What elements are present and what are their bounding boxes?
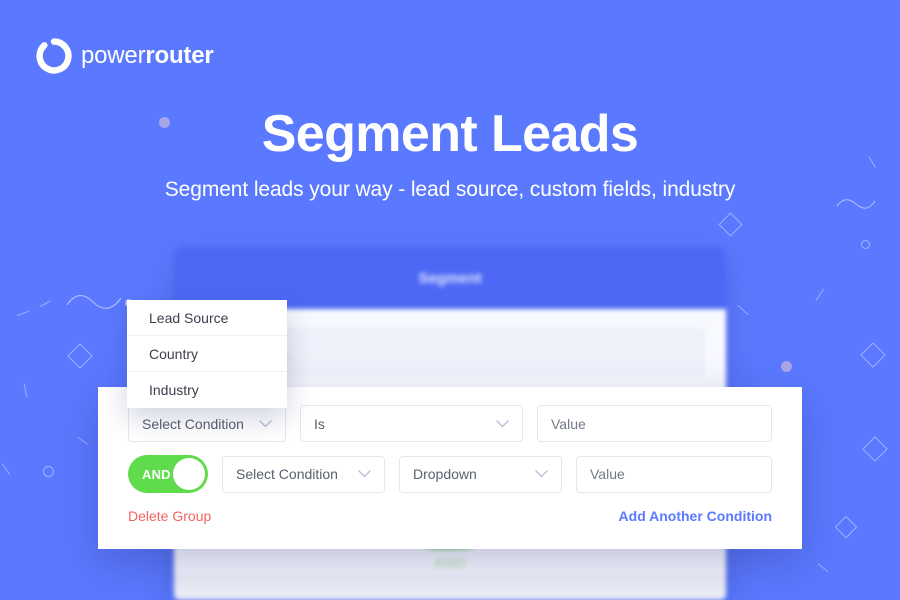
and-or-toggle-label: AND [142,466,171,482]
decor-dash [77,437,89,445]
chevron-down-icon [535,470,548,478]
condition-operator-select-2-label: Dropdown [413,466,477,482]
condition-value-input-2-placeholder: Value [590,466,625,482]
condition-value-input-1[interactable]: Value [537,405,772,442]
condition-field-select-1[interactable]: Select Condition [128,405,286,442]
condition-operator-select-2[interactable]: Dropdown [399,455,562,493]
page-root: powerrouter Segment Leads Segment leads … [0,0,900,600]
brand-name-light: power [81,42,146,69]
condition-operator-select-1[interactable]: Is [300,405,523,442]
decor-dash [23,383,28,398]
decor-dash [737,305,749,316]
chevron-down-icon [496,419,509,428]
background-card-footer [174,574,726,600]
chevron-down-icon [259,419,272,428]
menu-item-country-label: Country [149,345,199,362]
page-title: Segment Leads [261,105,639,163]
menu-item-industry[interactable]: Industry [127,372,287,408]
decor-diamond [834,515,858,539]
background-card-title: Segment [418,269,482,287]
background-and-ghost-label: AND [433,555,467,572]
delete-group-link[interactable]: Delete Group [128,508,211,524]
brand-logo[interactable]: powerrouter [36,38,214,74]
condition-actions: Delete Group Add Another Condition [128,508,772,524]
condition-row: AND Select Condition Dropdown Value [128,455,772,493]
condition-row: Select Condition Is Value [128,405,772,442]
condition-field-select-2-label: Select Condition [236,466,338,482]
decor-diamond [862,436,888,462]
condition-builder-panel: Select Condition Is Value AND Select Con… [98,387,802,549]
condition-operator-select-1-label: Is [314,415,325,432]
condition-field-select-1-label: Select Condition [142,415,244,432]
decor-dash [16,310,30,316]
decor-dash [815,288,825,301]
brand-name: powerrouter [81,42,214,70]
and-or-toggle-knob[interactable] [173,458,205,490]
decor-wave [66,295,122,309]
condition-field-select-2[interactable]: Select Condition [222,455,385,493]
decor-dash [39,300,51,307]
menu-item-industry-label: Industry [149,382,199,398]
condition-value-input-2[interactable]: Value [576,455,772,493]
decor-diamond [718,212,743,237]
hero-section: Segment Leads Segment leads your way - l… [0,104,900,202]
condition-builder-inner: Select Condition Is Value AND Select Con… [98,387,802,549]
menu-item-lead-source-label: Lead Source [149,309,229,326]
menu-item-lead-source[interactable]: Lead Source [127,300,287,336]
decor-dash [817,563,829,573]
decor-diamond [860,342,886,368]
decor-ring [861,240,870,249]
and-or-toggle[interactable]: AND [128,455,208,493]
decor-dash [1,463,11,476]
chevron-down-icon [358,470,371,478]
decor-ring [43,466,54,477]
decor-dot [781,361,792,372]
menu-item-country[interactable]: Country [127,336,287,372]
page-subtitle: Segment leads your way - lead source, cu… [164,178,736,202]
field-select-menu: Lead Source Country Industry [127,300,287,408]
decor-diamond [67,343,93,369]
power-ring-icon [36,38,72,74]
brand-name-bold: router [145,42,214,69]
condition-value-input-1-placeholder: Value [551,415,586,432]
add-another-condition-link[interactable]: Add Another Condition [619,508,772,524]
